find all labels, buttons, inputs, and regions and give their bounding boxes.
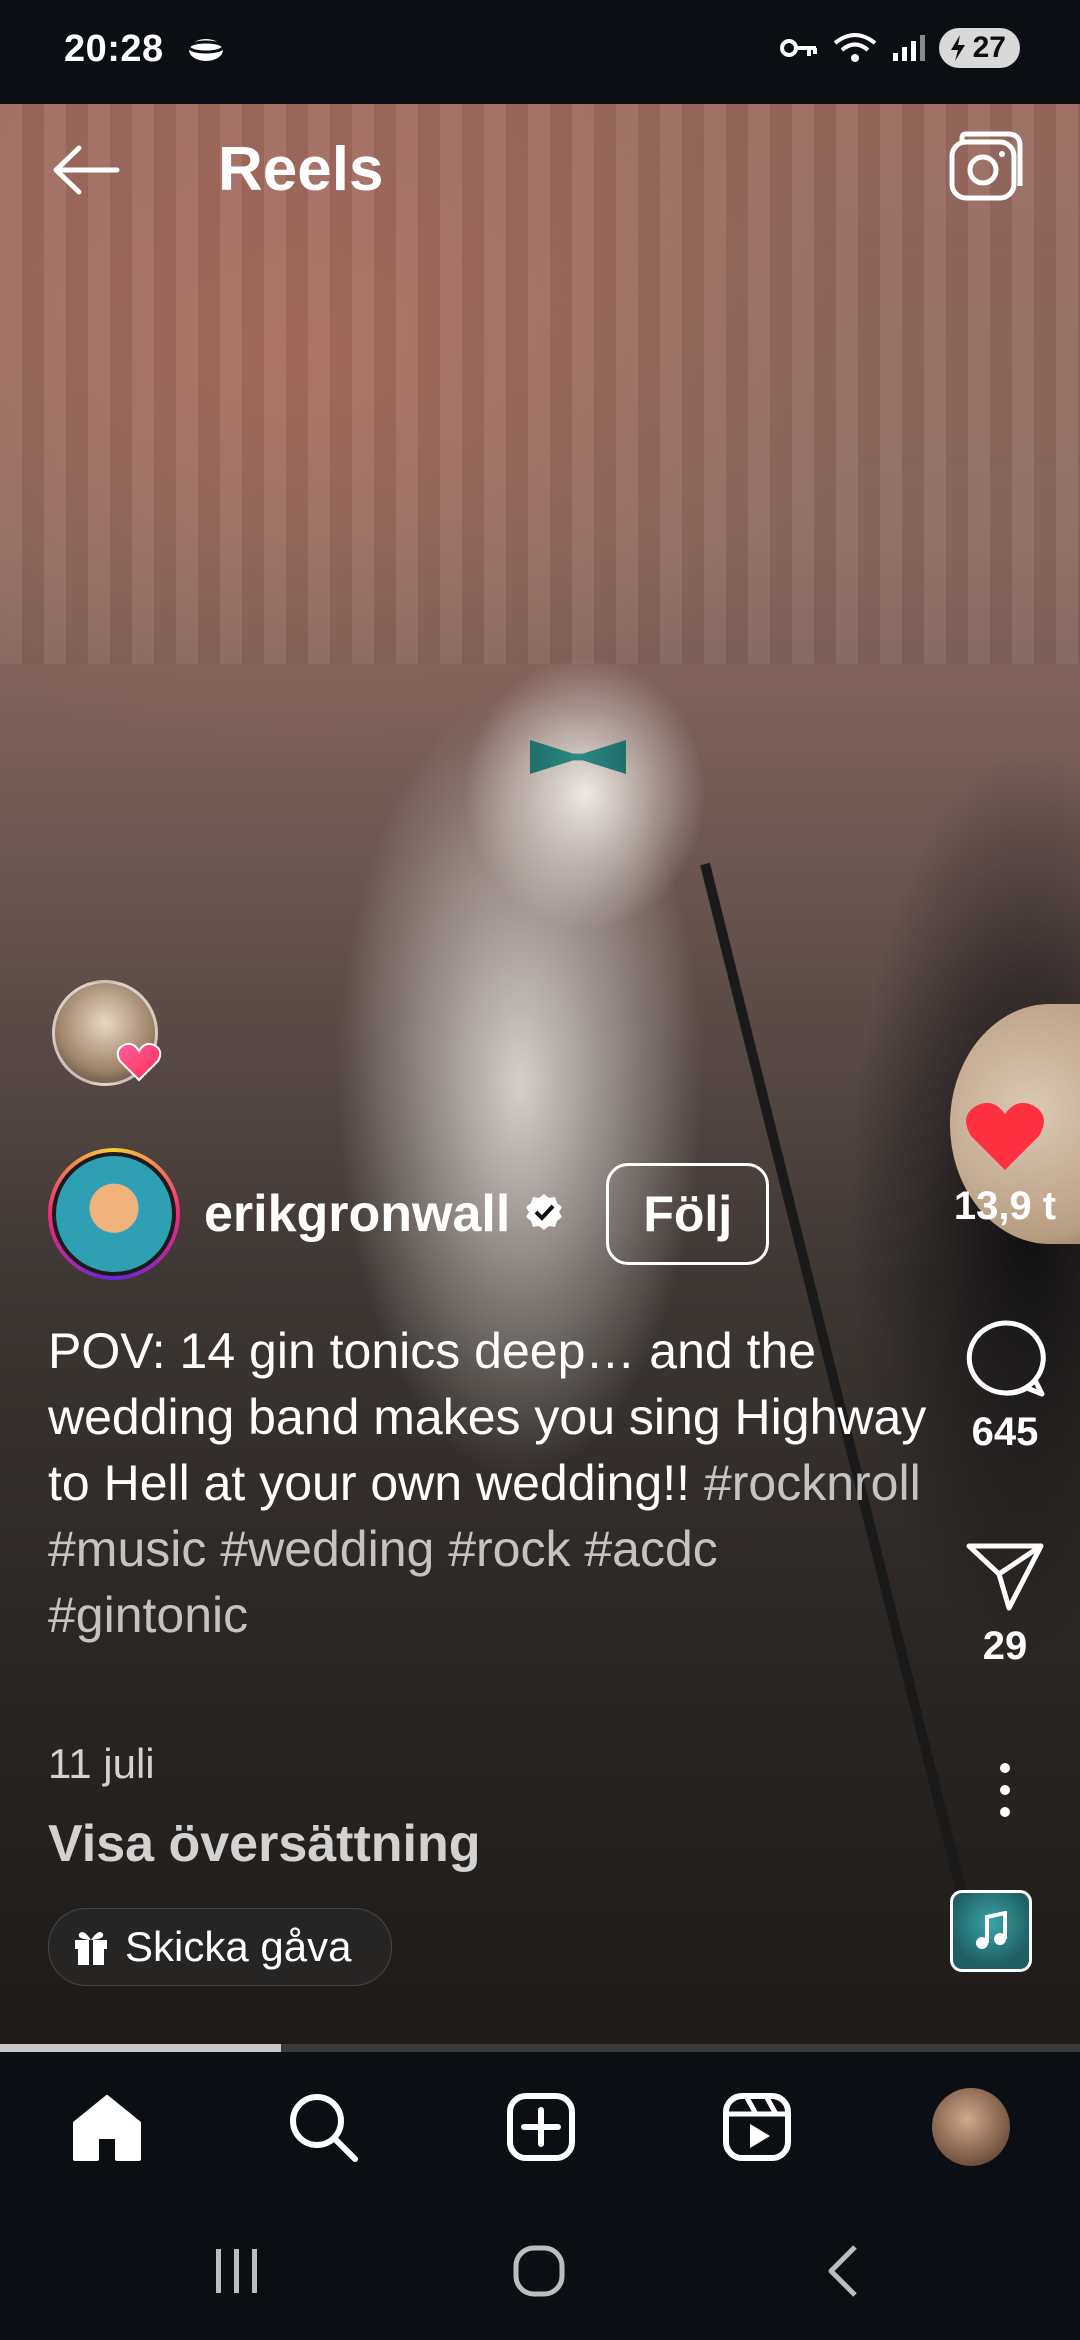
video-bowtie (530, 740, 626, 774)
author-avatar[interactable] (48, 1148, 180, 1280)
verified-badge-icon (524, 1192, 564, 1237)
reel-video[interactable] (0, 104, 1080, 2044)
gift-icon (75, 1932, 107, 1965)
more-options-icon[interactable] (995, 1760, 1015, 1820)
system-nav (0, 2202, 1080, 2340)
comment-count: 645 (971, 1410, 1039, 1454)
heart-icon[interactable] (964, 1100, 1046, 1172)
follow-button[interactable]: Följ (606, 1163, 770, 1265)
key-icon (779, 39, 817, 57)
more-action[interactable] (930, 1760, 1080, 1820)
recents-icon[interactable] (192, 2236, 282, 2306)
profile-avatar-image (932, 2088, 1010, 2166)
status-time: 20:28 (64, 28, 164, 70)
signal-icon (892, 35, 925, 61)
home-circle-icon[interactable] (494, 2236, 584, 2306)
battery-icon: 27 (938, 28, 1020, 68)
avatar-image (52, 1152, 176, 1276)
back-chevron-icon[interactable] (798, 2236, 888, 2306)
reels-icon[interactable] (712, 2082, 802, 2172)
heart-sticker-icon (116, 1042, 162, 1087)
profile-avatar[interactable] (926, 2082, 1016, 2172)
share-icon[interactable] (965, 1540, 1045, 1612)
page-title: Reels (218, 135, 384, 204)
share-count: 29 (982, 1624, 1028, 1668)
share-action[interactable]: 29 (930, 1540, 1080, 1669)
send-gift-label: Skicka gåva (125, 1923, 352, 1970)
video-progress-fill (0, 2044, 281, 2052)
status-bar: 20:28 27 (0, 0, 1080, 104)
author-username[interactable]: erikgronwall (204, 1184, 510, 1244)
see-translation-link[interactable]: Visa översättning (48, 1814, 481, 1874)
search-icon[interactable] (278, 2082, 368, 2172)
wifi-icon (833, 33, 876, 62)
comment-action[interactable]: 645 (930, 1318, 1080, 1455)
post-date: 11 juli (48, 1740, 155, 1787)
music-note-icon (976, 1911, 1007, 1949)
comment-icon[interactable] (963, 1318, 1047, 1398)
send-gift-button[interactable]: Skicka gåva (48, 1908, 393, 1986)
like-action[interactable]: 13,9 t (930, 1100, 1080, 1229)
bottom-nav (0, 2052, 1080, 2202)
reel-caption[interactable]: POV: 14 gin tonics deep… and the wedding… (48, 1318, 928, 1648)
author-row: erikgronwall Följ (48, 1146, 770, 1282)
reels-header: Reels (0, 104, 1080, 234)
camera-icon[interactable] (948, 130, 1024, 206)
status-icons: 27 (779, 28, 1020, 68)
back-arrow-icon[interactable] (48, 134, 124, 206)
home-icon[interactable] (62, 2082, 152, 2172)
video-progress-bar[interactable] (0, 2044, 1080, 2052)
create-icon[interactable] (496, 2082, 586, 2172)
cloud-icon (186, 34, 226, 69)
audio-track-thumbnail[interactable] (950, 1890, 1032, 1972)
battery-level: 27 (972, 31, 1006, 64)
like-count: 13,9 t (953, 1184, 1057, 1228)
